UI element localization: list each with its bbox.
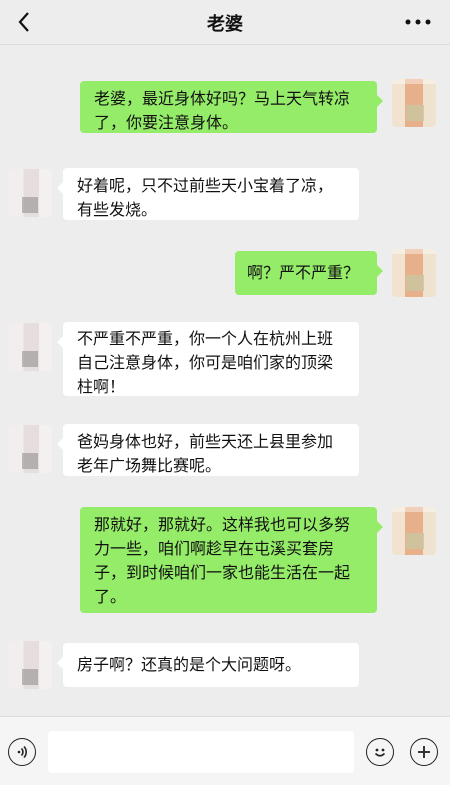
message-bubble[interactable]: 爸妈身体也好，前些天还上县里参加老年广场舞比赛呢。: [57, 424, 359, 476]
message-input[interactable]: [48, 731, 354, 773]
message-bubble[interactable]: 好着呢，只不过前些天小宝着了凉，有些发烧。: [57, 168, 359, 220]
chat-header: 老婆: [0, 0, 450, 45]
message-text: 不严重不严重，你一个人在杭州上班自己注意身体，你可是咱们家的顶梁柱啊！: [77, 329, 334, 396]
contact-avatar[interactable]: [8, 641, 52, 689]
message-text: 那就好，那就好。这样我也可以多努力一些，咱们啊趁早在屯溪买套房子，到时候咱们一家…: [94, 515, 351, 606]
contact-avatar[interactable]: [8, 425, 52, 473]
more-icon: [405, 19, 431, 25]
smile-icon: [374, 748, 386, 757]
contact-avatar[interactable]: [8, 169, 52, 217]
message-bubble[interactable]: 不严重不严重，你一个人在杭州上班自己注意身体，你可是咱们家的顶梁柱啊！: [57, 322, 359, 396]
contact-avatar[interactable]: [8, 323, 52, 371]
chat-title: 老婆: [207, 14, 243, 35]
my-avatar[interactable]: [392, 507, 436, 555]
message-list[interactable]: 老婆，最近身体好吗？马上天气转凉了，你要注意身体。 好着呢，只不过前些天小宝着了…: [0, 45, 450, 715]
message-text: 好着呢，只不过前些天小宝着了凉，有些发烧。: [77, 176, 334, 219]
message-text: 老婆，最近身体好吗？马上天气转凉了，你要注意身体。: [94, 89, 351, 132]
plus-icon: [418, 746, 430, 758]
message-text: 房子啊？还真的是个大问题呀。: [77, 655, 302, 674]
message-bubble[interactable]: 老婆，最近身体好吗？马上天气转凉了，你要注意身体。: [80, 81, 383, 133]
message-bubble[interactable]: 啊？严不严重？: [235, 251, 383, 295]
emoji-button[interactable]: [366, 738, 394, 766]
voice-button[interactable]: [8, 738, 36, 766]
message-bubble[interactable]: 那就好，那就好。这样我也可以多努力一些，咱们啊趁早在屯溪买套房子，到时候咱们一家…: [80, 507, 383, 613]
more-functions-button[interactable]: [410, 738, 438, 766]
input-bar: [0, 716, 450, 785]
message-bubble[interactable]: 房子啊？还真的是个大问题呀。: [57, 643, 359, 687]
message-text: 啊？严不严重？: [247, 263, 360, 282]
message-text: 爸妈身体也好，前些天还上县里参加老年广场舞比赛呢。: [77, 432, 334, 475]
my-avatar[interactable]: [392, 249, 436, 297]
my-avatar[interactable]: [392, 79, 436, 127]
voice-icon: [17, 745, 27, 759]
more-options-button[interactable]: [402, 8, 434, 36]
